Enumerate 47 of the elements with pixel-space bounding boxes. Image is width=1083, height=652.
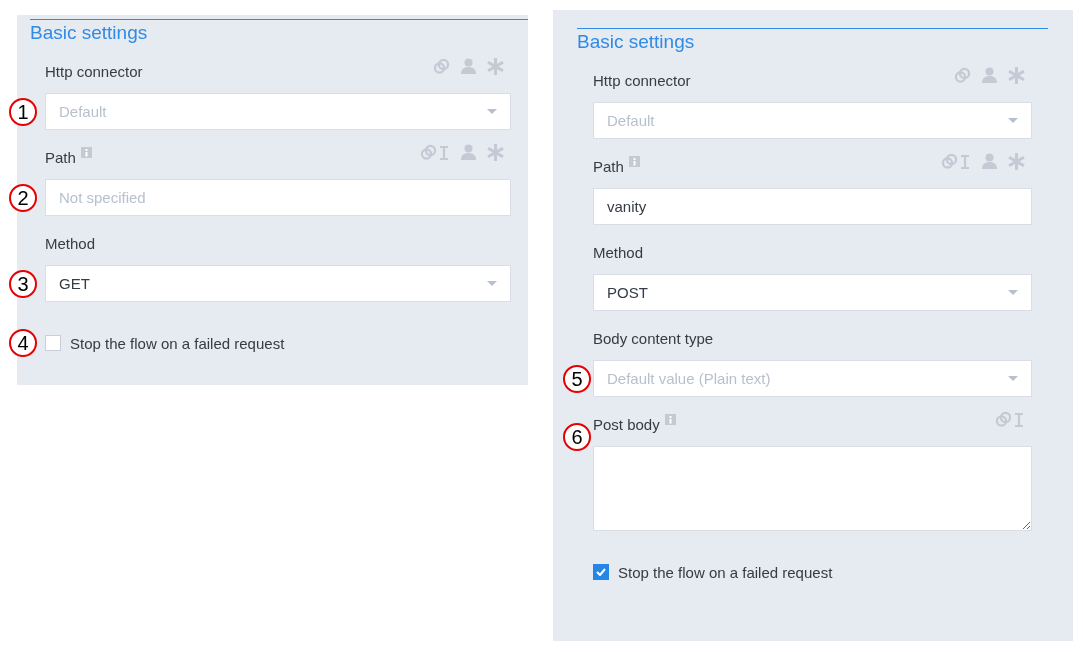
link-icon[interactable] bbox=[433, 58, 450, 75]
field-label: Path bbox=[45, 149, 76, 167]
caret-icon bbox=[1008, 376, 1018, 381]
link-icon[interactable] bbox=[954, 67, 971, 84]
field-label: Http connector bbox=[45, 63, 143, 81]
info-icon[interactable] bbox=[664, 414, 676, 425]
asterisk-icon[interactable] bbox=[1008, 67, 1025, 84]
callout-number: 5 bbox=[563, 364, 591, 393]
text-field[interactable]: vanity bbox=[593, 188, 1032, 225]
user-icon[interactable] bbox=[461, 144, 476, 160]
field-label: Path bbox=[593, 158, 624, 176]
asterisk-icon[interactable] bbox=[487, 58, 504, 75]
text-area[interactable] bbox=[593, 446, 1032, 531]
section-title: Basic settings bbox=[577, 30, 695, 54]
field-label: Http connector bbox=[593, 72, 691, 90]
callout-number: 3 bbox=[9, 269, 37, 298]
caret-icon bbox=[487, 281, 497, 286]
caret-icon bbox=[487, 109, 497, 114]
caret-icon bbox=[1008, 118, 1018, 123]
link-cursor-icon[interactable] bbox=[995, 411, 1025, 428]
callout-number: 2 bbox=[9, 183, 37, 212]
asterisk-icon[interactable] bbox=[487, 144, 504, 161]
field-label: Body content type bbox=[593, 330, 714, 348]
checkbox-label[interactable]: Stop the flow on a failed request bbox=[618, 563, 833, 581]
checkbox-label[interactable]: Stop the flow on a failed request bbox=[70, 334, 285, 352]
check-icon bbox=[596, 568, 606, 576]
user-icon[interactable] bbox=[982, 153, 997, 169]
field-label: Post body bbox=[593, 416, 660, 434]
info-icon[interactable] bbox=[80, 147, 92, 158]
info-icon[interactable] bbox=[628, 156, 640, 167]
asterisk-icon[interactable] bbox=[1008, 153, 1025, 170]
link-cursor-icon[interactable] bbox=[420, 144, 450, 161]
user-icon[interactable] bbox=[461, 58, 476, 74]
checkbox[interactable] bbox=[593, 564, 609, 580]
field-label: Method bbox=[45, 235, 96, 253]
dropdown[interactable]: POST bbox=[593, 274, 1032, 311]
checkbox[interactable] bbox=[45, 335, 61, 351]
section-title: Basic settings bbox=[30, 21, 148, 45]
callout-number: 6 bbox=[563, 423, 591, 451]
user-icon[interactable] bbox=[982, 67, 997, 83]
link-cursor-icon[interactable] bbox=[941, 153, 971, 170]
dropdown[interactable]: GET bbox=[45, 265, 511, 302]
caret-icon bbox=[1008, 290, 1018, 295]
callout-number: 4 bbox=[9, 329, 37, 357]
callout-number: 1 bbox=[9, 97, 37, 126]
text-field[interactable]: Not specified bbox=[45, 179, 511, 216]
field-label: Method bbox=[593, 244, 644, 262]
